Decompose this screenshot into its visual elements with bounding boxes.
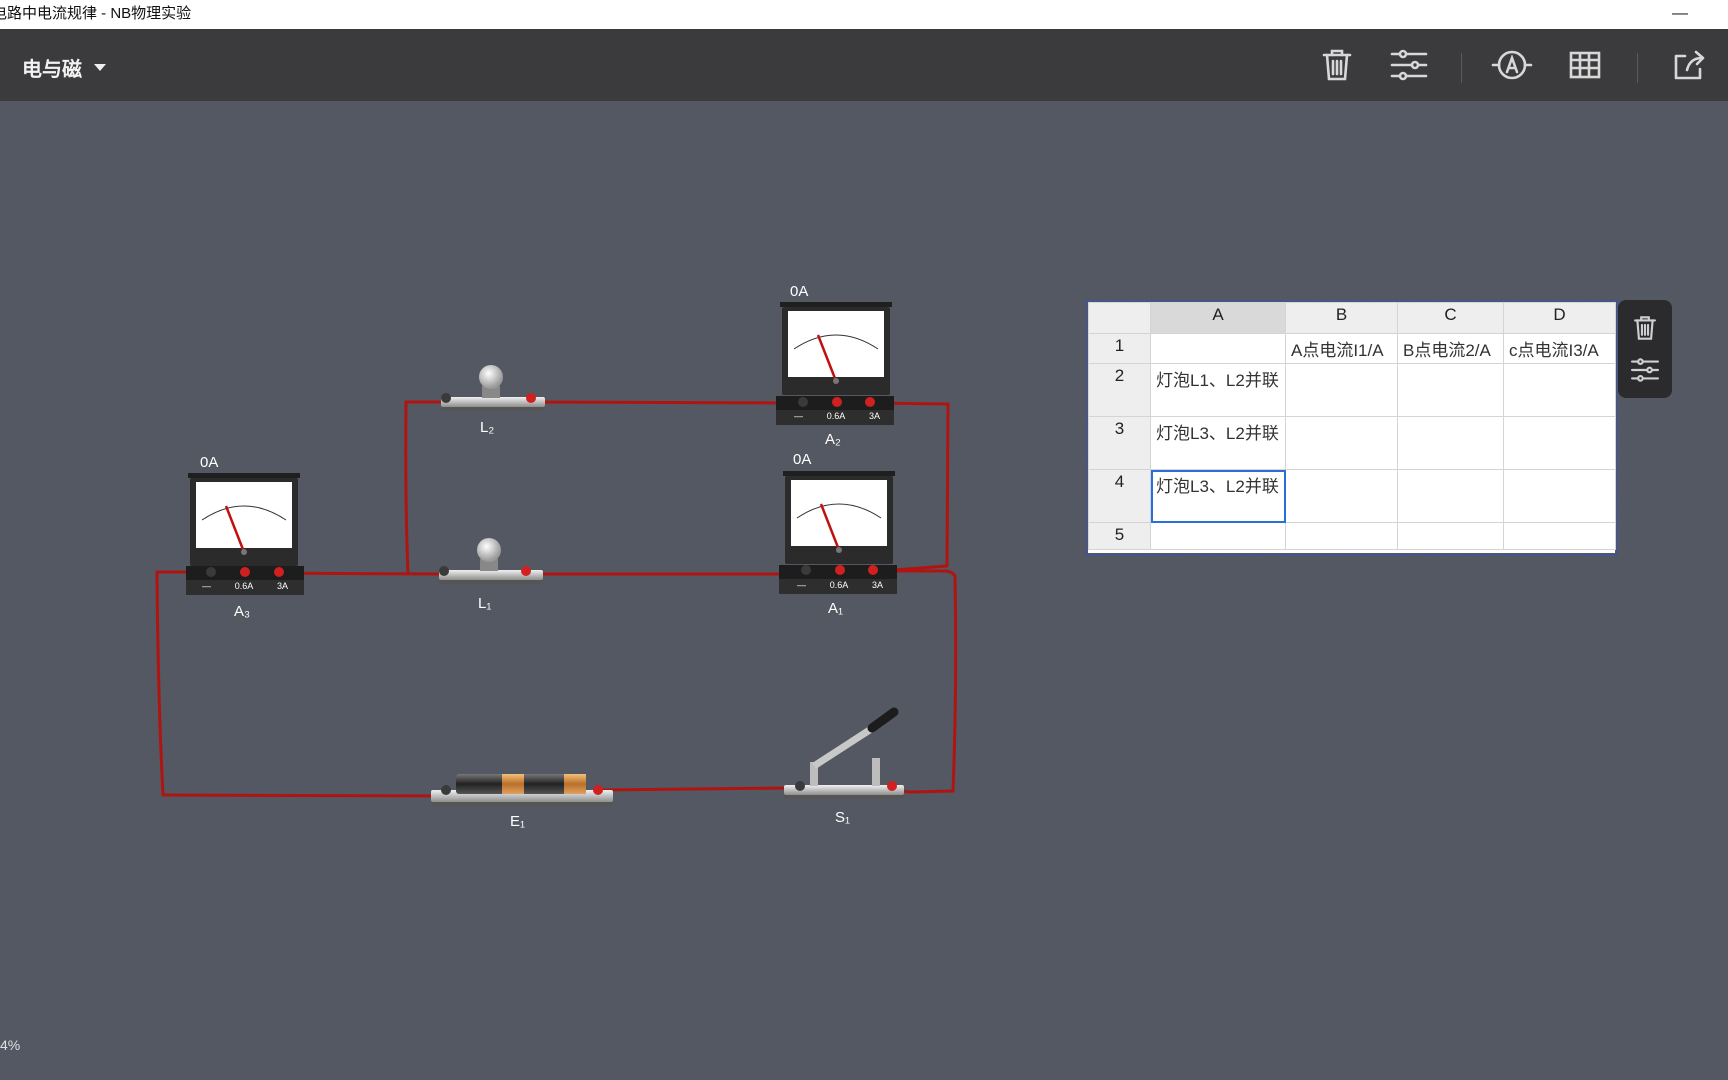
row-header[interactable]: 3 — [1088, 416, 1151, 470]
share-icon[interactable] — [1667, 44, 1709, 86]
ammeter-a3-label: A₃ — [234, 603, 251, 620]
sliders-icon[interactable] — [1629, 354, 1661, 386]
ammeter-a3-scale: — 0.6A 3A — [202, 581, 288, 591]
scale-label: — — [797, 580, 806, 590]
sheet-cell[interactable] — [1397, 469, 1504, 523]
category-menu-label: 电与磁 — [22, 59, 82, 81]
table-row: 5 — [1088, 522, 1616, 550]
sheet-header-row: A B C D — [1088, 302, 1616, 334]
ammeter-a2[interactable] — [776, 302, 894, 425]
trash-icon[interactable] — [1316, 44, 1358, 86]
sheet-cell-active[interactable]: 灯泡L3、L2并联 — [1150, 469, 1286, 523]
sheet-cell[interactable] — [1285, 363, 1398, 417]
sheet-cell[interactable] — [1503, 522, 1616, 550]
sheet-cell[interactable]: B点电流2/A — [1397, 333, 1504, 364]
wires[interactable] — [155, 400, 958, 798]
category-menu[interactable]: 电与磁 — [22, 53, 106, 82]
ammeter-a-icon[interactable] — [1491, 44, 1533, 86]
scale-label: 0.6A — [829, 580, 849, 590]
scale-label: 3A — [276, 581, 288, 591]
toolbar-separator — [1461, 53, 1462, 83]
experiment-canvas[interactable]: 0A A — 0.6A 3A A₃ 0A A — 0.6A 3A A₂ 0A A… — [0, 101, 1728, 1080]
sheet-cell[interactable] — [1397, 416, 1504, 470]
data-sheet[interactable]: A B C D 1 A点电流I1/A B点电流2/A c点电流I3/A 2 灯泡… — [1086, 300, 1617, 555]
switch-s1[interactable] — [784, 707, 904, 799]
ammeter-a1-label: A₁ — [828, 600, 844, 617]
ammeter-a2-label: A₂ — [825, 431, 841, 448]
toolbar-separator — [1637, 53, 1638, 83]
row-header[interactable]: 4 — [1088, 469, 1151, 523]
ammeter-a1-reading: 0A — [793, 451, 812, 468]
sheet-cell[interactable]: 灯泡L3、L2并联 — [1150, 416, 1286, 470]
col-header-b[interactable]: B — [1285, 302, 1398, 334]
col-header-d[interactable]: D — [1503, 302, 1616, 334]
window-titlebar: 电路中电流规律 - NB物理实验 — — [0, 0, 1728, 29]
sheet-side-panel — [1618, 300, 1672, 398]
sheet-cell[interactable]: 灯泡L1、L2并联 — [1150, 363, 1286, 417]
col-header-c[interactable]: C — [1397, 302, 1504, 334]
sheet-cell[interactable]: c点电流I3/A — [1503, 333, 1616, 364]
table-row: 3 灯泡L3、L2并联 — [1088, 416, 1616, 470]
bulb-l2[interactable] — [441, 365, 545, 411]
scale-label: 3A — [871, 580, 883, 590]
sheet-cell[interactable] — [1285, 416, 1398, 470]
sheet-cell[interactable] — [1397, 363, 1504, 417]
toolbar: 电与磁 — [0, 29, 1728, 101]
minimize-button[interactable]: — — [1672, 0, 1688, 28]
row-header[interactable]: 1 — [1088, 333, 1151, 364]
scale-label: 0.6A — [826, 411, 846, 421]
table-icon[interactable] — [1564, 44, 1606, 86]
sheet-cell[interactable] — [1150, 522, 1286, 550]
table-row: 2 灯泡L1、L2并联 — [1088, 363, 1616, 417]
scale-label: 3A — [868, 411, 880, 421]
sheet-cell[interactable]: A点电流I1/A — [1285, 333, 1398, 364]
scale-label: 0.6A — [234, 581, 254, 591]
window-title: 电路中电流规律 - NB物理实验 — [0, 5, 192, 22]
ammeter-a1[interactable] — [779, 471, 897, 594]
sheet-cell[interactable] — [1285, 522, 1398, 550]
col-header-a[interactable]: A — [1150, 302, 1286, 334]
chevron-down-icon — [94, 64, 106, 71]
ammeter-a3[interactable] — [186, 473, 304, 595]
sliders-icon[interactable] — [1388, 44, 1430, 86]
table-row: 1 A点电流I1/A B点电流2/A c点电流I3/A — [1088, 333, 1616, 364]
battery-e1-label: E₁ — [510, 813, 526, 830]
ammeter-a1-scale: — 0.6A 3A — [797, 580, 883, 590]
sheet-cell[interactable] — [1503, 416, 1616, 470]
sheet-corner — [1088, 302, 1151, 334]
scale-label: — — [794, 411, 803, 421]
ammeter-a3-reading: 0A — [200, 454, 219, 471]
row-header[interactable]: 5 — [1088, 522, 1151, 550]
bulb-l1-label: L₁ — [478, 595, 492, 612]
bulb-l2-label: L₂ — [480, 419, 495, 436]
switch-s1-label: S₁ — [835, 809, 851, 826]
ammeter-a2-scale: — 0.6A 3A — [794, 411, 880, 421]
sheet-cell[interactable] — [1397, 522, 1504, 550]
sheet-cell[interactable] — [1503, 469, 1616, 523]
battery-e1[interactable] — [431, 774, 613, 806]
ammeter-a2-reading: 0A — [790, 283, 809, 300]
table-row: 4 灯泡L3、L2并联 — [1088, 469, 1616, 523]
row-header[interactable]: 2 — [1088, 363, 1151, 417]
sheet-cell[interactable] — [1150, 333, 1286, 364]
sheet-cell[interactable] — [1503, 363, 1616, 417]
zoom-level: 4% — [0, 1037, 21, 1053]
sheet-cell[interactable] — [1285, 469, 1398, 523]
trash-icon[interactable] — [1629, 312, 1661, 344]
scale-label: — — [202, 581, 211, 591]
bulb-l1[interactable] — [439, 538, 543, 584]
